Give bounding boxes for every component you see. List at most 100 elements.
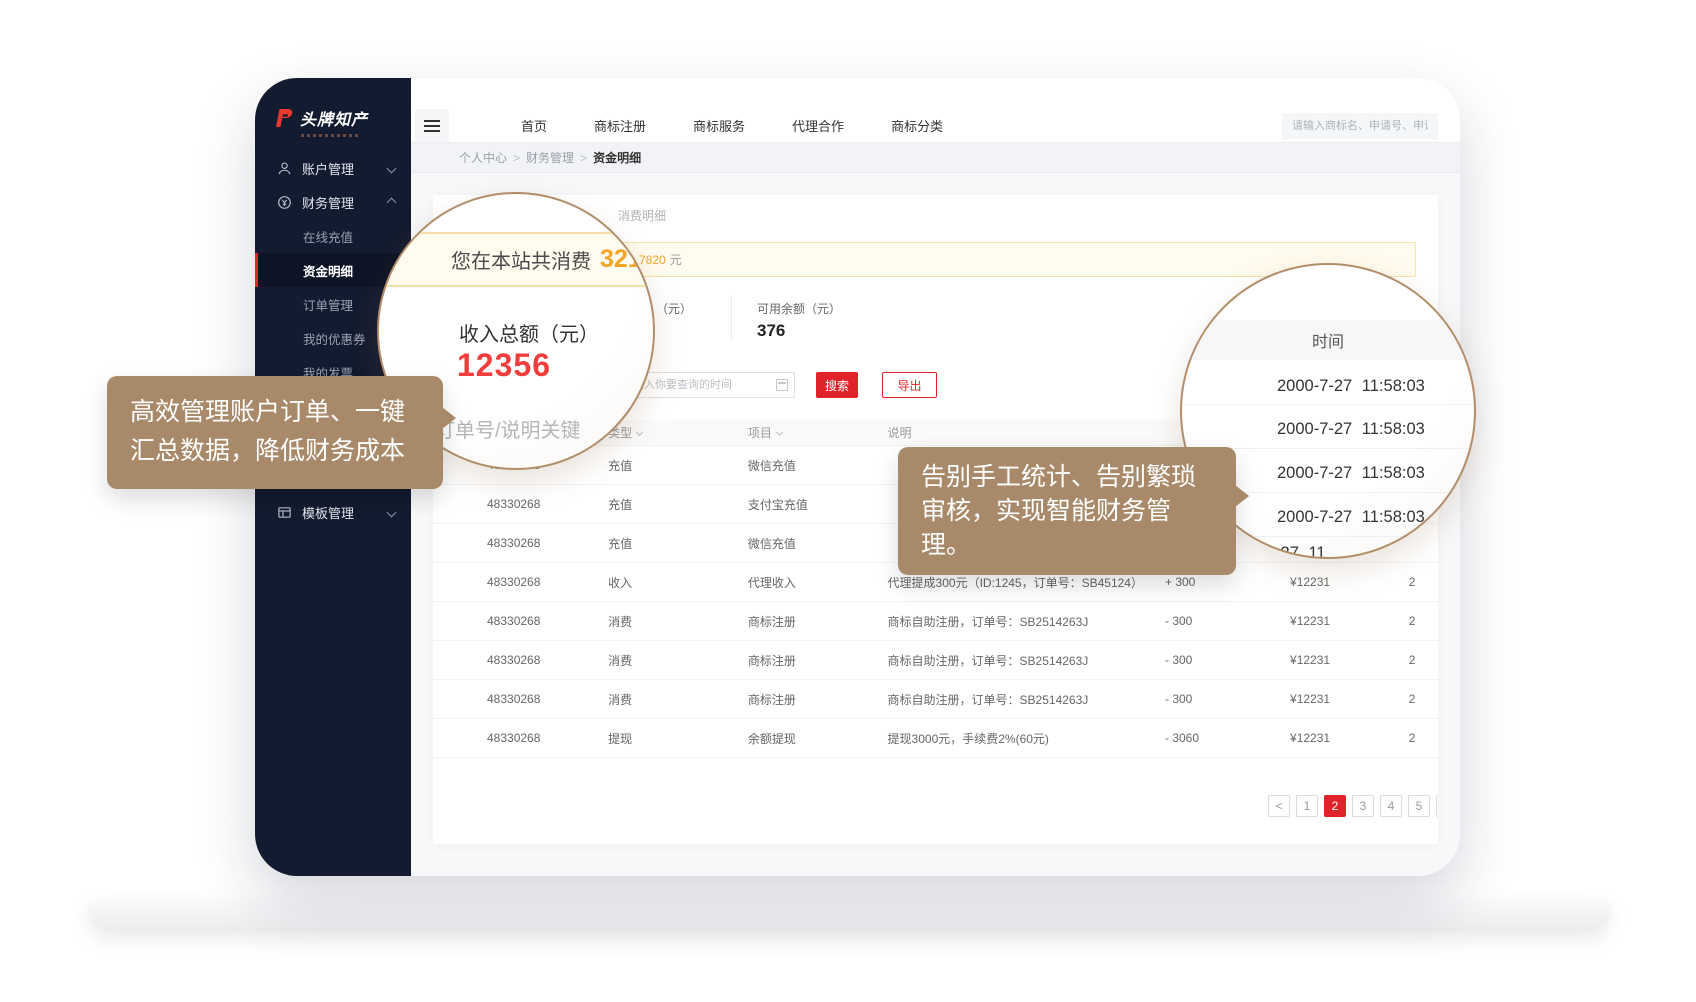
- cell-time: 2: [1409, 575, 1438, 589]
- magnified-time-value: 2000-7-27 11:58:03: [1277, 464, 1425, 483]
- calendar-icon[interactable]: [776, 379, 788, 391]
- laptop-base: [87, 898, 1611, 932]
- cell-balance: ¥12231: [1290, 692, 1388, 706]
- magnified-banner-text: 您在本站共消费: [451, 245, 591, 274]
- page-button-4[interactable]: 4: [1380, 795, 1402, 817]
- breadcrumb: 个人中心 > 财务管理 > 资金明细: [411, 143, 1460, 173]
- sidebar-item-label: 账户管理: [302, 159, 354, 178]
- cell-order: 48330268: [487, 497, 608, 511]
- cell-type: 提现: [608, 730, 748, 747]
- nav-item-trademark-register[interactable]: 商标注册: [594, 116, 646, 135]
- cell-order: 48330268: [487, 731, 608, 745]
- sidebar-item-finance[interactable]: 财务管理: [255, 185, 411, 219]
- cell-balance: ¥12231: [1290, 614, 1388, 628]
- chevron-down-icon: [387, 163, 397, 173]
- sidebar-subitem-label: 在线充值: [303, 227, 353, 246]
- sidebar-item-label: 财务管理: [302, 193, 354, 212]
- tab-consume-detail[interactable]: 消费明细: [618, 207, 666, 224]
- cell-type: 充值: [608, 457, 748, 474]
- breadcrumb-separator: >: [513, 151, 520, 165]
- cell-type: 充值: [608, 535, 748, 552]
- sidebar-item-account[interactable]: 账户管理: [255, 151, 411, 185]
- magnified-time-value: 2000-7-27 11:58:03: [1277, 420, 1425, 439]
- cell-desc: 代理提成300元（ID:1245，订单号：SB45124）: [888, 574, 1165, 591]
- cell-balance: ¥12231: [1290, 731, 1388, 745]
- chevron-down-icon: [387, 507, 397, 517]
- top-nav-links: 首页 商标注册 商标服务 代理合作 商标分类: [521, 116, 943, 135]
- cell-order: 48330268: [487, 614, 608, 628]
- header-type[interactable]: 类型: [608, 424, 748, 441]
- callout-text-line: 审核，实现智能财务管: [921, 494, 1236, 528]
- magnified-time-header: 时间: [1180, 320, 1476, 360]
- cell-desc: 提现3000元，手续费2%(60元): [888, 730, 1165, 747]
- breadcrumb-separator: >: [580, 151, 587, 165]
- cell-type: 消费: [608, 652, 748, 669]
- nav-item-trademark-service[interactable]: 商标服务: [693, 116, 745, 135]
- page-button-2-active[interactable]: 2: [1324, 795, 1346, 817]
- cell-desc: 商标自助注册，订单号：SB2514263J: [888, 613, 1165, 630]
- callout-text-line: 高效管理账户订单、一键: [130, 393, 443, 432]
- cell-type: 充值: [608, 496, 748, 513]
- export-button[interactable]: 导出: [882, 372, 937, 398]
- magnified-income-label: 收入总额（元）: [459, 318, 599, 347]
- cell-balance: ¥12231: [1290, 575, 1388, 589]
- sort-caret-icon: [636, 429, 643, 436]
- cell-balance: ¥12231: [1290, 653, 1388, 667]
- breadcrumb-current: 资金明细: [593, 149, 641, 166]
- callout-left: 高效管理账户订单、一键 汇总数据，降低财务成本: [107, 376, 443, 489]
- search-button[interactable]: 搜索: [816, 372, 858, 398]
- cell-type: 消费: [608, 613, 748, 630]
- menu-toggle-button[interactable]: [415, 109, 449, 142]
- cell-time: 2: [1409, 692, 1438, 706]
- page-button-5[interactable]: 5: [1408, 795, 1430, 817]
- callout-text-line: 汇总数据，降低财务成本: [130, 432, 443, 471]
- cell-order: 48330268: [487, 692, 608, 706]
- magnified-table-header: 订单号/说明关键: [435, 414, 581, 443]
- callout-right: 告别手工统计、告别繁琐 审核，实现智能财务管 理。: [898, 447, 1236, 575]
- finance-icon: [277, 195, 292, 210]
- magnified-banner-amount: 32124: [600, 245, 655, 274]
- sidebar-item-template[interactable]: 模板管理: [255, 495, 411, 529]
- nav-item-agency[interactable]: 代理合作: [792, 116, 844, 135]
- table-row: 48330268 消费 商标注册 商标自助注册，订单号：SB2514263J -…: [433, 680, 1438, 719]
- callout-text-line: 告别手工统计、告别繁琐: [921, 460, 1236, 494]
- magnified-time-value: 2000-7-27 11:58:03: [1277, 508, 1425, 527]
- available-balance-label: 可用余额（元）: [757, 300, 841, 317]
- template-icon: [277, 505, 292, 520]
- nav-item-home[interactable]: 首页: [521, 116, 547, 135]
- magnified-time-partial: 00-7-27 11: [1242, 544, 1326, 559]
- cell-project: 商标注册: [748, 691, 888, 708]
- cell-project: 微信充值: [748, 535, 888, 552]
- sort-caret-icon: [776, 429, 783, 436]
- callout-text-line: 理。: [921, 528, 1236, 562]
- prev-page-button[interactable]: <: [1268, 795, 1290, 817]
- cell-desc: 商标自助注册，订单号：SB2514263J: [888, 652, 1165, 669]
- hamburger-icon: [424, 125, 440, 127]
- page-button-3[interactable]: 3: [1352, 795, 1374, 817]
- cell-project: 商标注册: [748, 613, 888, 630]
- header-project[interactable]: 项目: [748, 424, 888, 441]
- page-button-1[interactable]: 1: [1296, 795, 1318, 817]
- user-icon: [277, 161, 292, 176]
- sidebar-subitem-label: 我的优惠券: [303, 329, 366, 348]
- breadcrumb-personal-center[interactable]: 个人中心: [459, 149, 507, 166]
- cell-time: 2: [1409, 653, 1438, 667]
- top-navbar: 首页 商标注册 商标服务 代理合作 商标分类: [411, 78, 1460, 143]
- next-page-button-clipped[interactable]: [1436, 795, 1438, 817]
- breadcrumb-finance[interactable]: 财务管理: [526, 149, 574, 166]
- cell-amount: + 300: [1165, 575, 1290, 589]
- cell-order: 48330268: [487, 536, 608, 550]
- cell-project: 代理收入: [748, 574, 888, 591]
- trademark-search-input[interactable]: [1282, 113, 1438, 139]
- banner-unit: 元: [670, 251, 682, 268]
- available-balance-value: 376: [757, 321, 785, 341]
- cell-order: 48330268: [487, 653, 608, 667]
- cell-project: 余额提现: [748, 730, 888, 747]
- marketing-stage: 头牌知产 账户管理 财务管理 在线充值 资金明细: [0, 0, 1696, 1002]
- brand-logo[interactable]: 头牌知产: [255, 78, 411, 130]
- table-row: 48330268 消费 商标注册 商标自助注册，订单号：SB2514263J -…: [433, 641, 1438, 680]
- cell-amount: - 300: [1165, 614, 1290, 628]
- nav-item-trademark-category[interactable]: 商标分类: [891, 116, 943, 135]
- cell-project: 商标注册: [748, 652, 888, 669]
- stats-divider: [731, 295, 732, 341]
